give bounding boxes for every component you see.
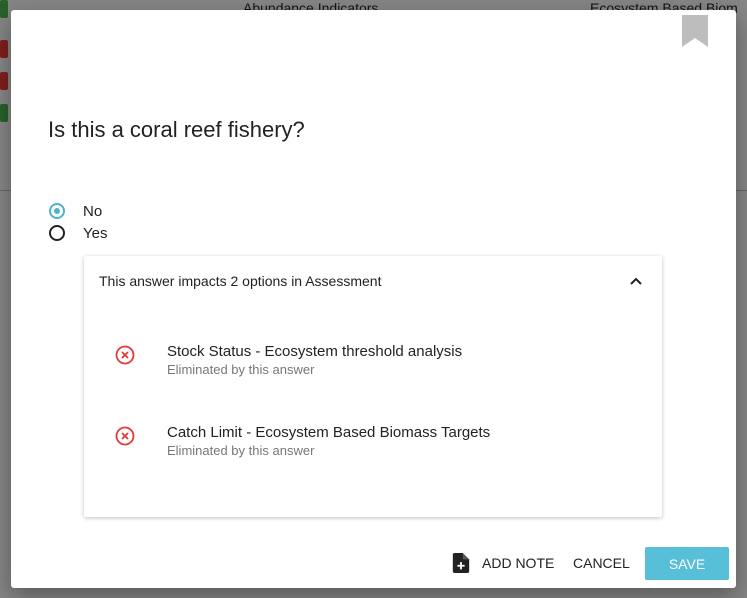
impact-item-title: Stock Status - Ecosystem threshold analy…	[167, 343, 463, 360]
add-note-button[interactable]: ADD NOTE	[452, 547, 554, 579]
add-note-label: ADD NOTE	[482, 555, 555, 571]
bg-chip	[0, 40, 8, 58]
chevron-up-icon[interactable]	[629, 274, 643, 288]
dialog-actions: ADD NOTE CANCEL SAVE	[11, 547, 736, 580]
note-add-icon	[452, 553, 470, 573]
x-circle-icon	[115, 426, 135, 446]
answer-radio-group: No Yes	[49, 200, 107, 244]
cancel-button[interactable]: CANCEL	[573, 547, 630, 579]
bg-chip	[0, 72, 8, 90]
question-dialog: Is this a coral reef fishery? No Yes Thi…	[11, 10, 736, 588]
bg-chip	[0, 0, 8, 18]
radio-label: Yes	[83, 224, 108, 242]
radio-button[interactable]	[49, 225, 65, 241]
radio-label: No	[83, 202, 103, 220]
impact-item-subtitle: Eliminated by this answer	[167, 362, 315, 377]
impact-panel: This answer impacts 2 options in Assessm…	[84, 256, 662, 517]
impact-item-title: Catch Limit - Ecosystem Based Biomass Ta…	[167, 424, 491, 441]
radio-option-no[interactable]: No	[49, 200, 107, 222]
bg-chip	[0, 104, 8, 122]
save-button[interactable]: SAVE	[645, 547, 729, 580]
radio-button-checked[interactable]	[49, 203, 65, 219]
impact-panel-header: This answer impacts 2 options in Assessm…	[99, 273, 382, 289]
question-title: Is this a coral reef fishery?	[48, 117, 305, 142]
radio-option-yes[interactable]: Yes	[49, 222, 107, 244]
x-circle-icon	[115, 345, 135, 365]
bookmark-icon[interactable]	[682, 15, 708, 47]
impact-item-subtitle: Eliminated by this answer	[167, 443, 315, 458]
